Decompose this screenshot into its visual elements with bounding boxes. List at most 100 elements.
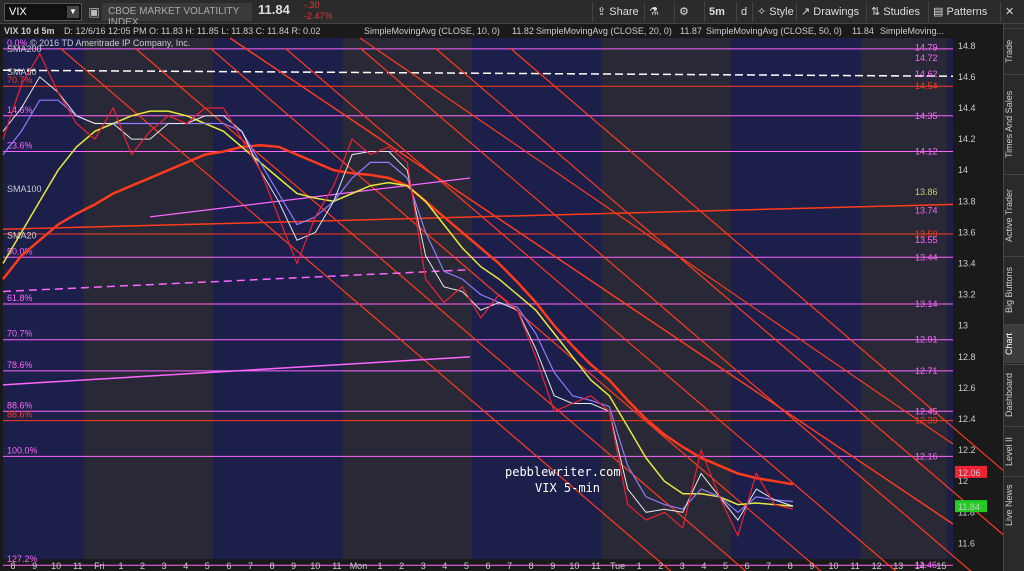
time-tick-label: 4 [442, 561, 447, 571]
chart-title: VIX 10 d 5m [4, 26, 55, 36]
symbol-name: CBOE MARKET VOLATILITY INDEX [102, 3, 252, 28]
ma-label: SMA50 [7, 67, 37, 77]
time-tick-label: Mon [350, 561, 368, 571]
net-change: -.30 [304, 0, 320, 10]
symbol-text: VIX [9, 6, 27, 18]
level-value-label: 12.91 [915, 335, 938, 345]
time-tick-label: Tue [610, 561, 625, 571]
prev-price-text: 12.06 [958, 468, 981, 478]
sma20-value: 11.87 [680, 26, 702, 36]
share-label: Share [609, 6, 639, 18]
side-panel: Trade Times And Sales Active Trader Big … [1003, 24, 1024, 571]
time-tick-label: Fri [94, 561, 105, 571]
side-tab-times-and-sales[interactable]: Times And Sales [1004, 74, 1024, 173]
close-button[interactable]: ✕ [1000, 2, 1018, 22]
drawings-icon: ↗ [801, 6, 814, 18]
time-tick-label: 8 [788, 561, 793, 571]
time-tick-label: 3 [162, 561, 167, 571]
share-button[interactable]: ⇪ Share [592, 2, 643, 22]
price-tick-label: 12.4 [958, 414, 976, 424]
time-tick-label: 9 [550, 561, 555, 571]
level-value-label: 13.44 [915, 252, 938, 262]
symbol-input[interactable]: VIX ▼ [4, 3, 82, 21]
side-tab-level-ii[interactable]: Level II [1004, 426, 1024, 475]
level-value-label: 13.14 [915, 299, 938, 309]
time-tick-label: 12 [872, 561, 882, 571]
time-tick-label: 8 [10, 561, 15, 571]
studies-icon: ⇅ [871, 6, 884, 18]
interval-button[interactable]: 5m [704, 2, 729, 22]
time-tick-label: 5 [723, 561, 728, 571]
time-tick-label: 11 [591, 561, 600, 571]
red-level-label: 88.6% [7, 410, 33, 420]
date-button[interactable]: d [736, 2, 751, 22]
time-tick-label: 9 [291, 561, 296, 571]
time-tick-label: 9 [32, 561, 37, 571]
sma10-legend: SimpleMovingAvg (CLOSE, 10, 0) [364, 26, 500, 36]
price-tick-label: 13 [958, 321, 968, 331]
style-button[interactable]: ✧ Style [752, 2, 798, 22]
price-tick-label: 13.4 [958, 259, 976, 269]
time-tick-label: 2 [140, 561, 145, 571]
studies-label: Studies [883, 6, 920, 18]
time-tick-label: 1 [118, 561, 123, 571]
sma20-legend: SimpleMovingAvg (CLOSE, 20, 0) [536, 26, 672, 36]
price-tick-label: 14.2 [958, 134, 976, 144]
level-value-label: 14.62 [915, 69, 938, 79]
copyright-text: © 2016 TD Ameritrade IP Company, Inc. [30, 38, 190, 48]
side-tab-chart[interactable]: Chart [1004, 324, 1024, 363]
price-chart[interactable]: 0.0%14.6%23.6%50.0%61.8%70.7%78.6%88.6%1… [0, 24, 1003, 571]
level-value-label: 12.16 [915, 451, 938, 461]
time-tick-label: 6 [745, 561, 750, 571]
percent-change: -2.47% [304, 11, 333, 21]
chevron-down-icon[interactable]: ▼ [67, 6, 79, 18]
level-value-label: 14.54 [915, 81, 938, 91]
drawings-label: Drawings [813, 6, 860, 18]
time-tick-label: 11 [850, 561, 859, 571]
price-tick-label: 13.6 [958, 227, 976, 237]
time-tick-label: 11 [332, 561, 341, 571]
price-tick-label: 13.8 [958, 196, 976, 206]
time-tick-label: 2 [658, 561, 663, 571]
studies-button[interactable]: ⇅ Studies [866, 2, 924, 22]
drawings-button[interactable]: ↗ Drawings [796, 2, 863, 22]
level-value-label: 14.72 [915, 53, 938, 63]
watermark-label: VIX 5-min [535, 481, 600, 495]
level-value-label: 12.39 [915, 416, 938, 426]
level-value-label: 12.71 [915, 366, 938, 376]
close-icon: ✕ [1005, 6, 1015, 18]
time-tick-label: 8 [529, 561, 534, 571]
side-tab-dashboard[interactable]: Dashboard [1004, 364, 1024, 425]
time-tick-label: 15 [936, 561, 946, 571]
sma200-legend: SimpleMoving... [880, 26, 944, 36]
patterns-button[interactable]: ▤ Patterns [928, 2, 991, 22]
level-value-label: 14.35 [915, 111, 938, 121]
price-tick-label: 11.6 [958, 538, 975, 548]
time-tick-label: 7 [766, 561, 771, 571]
time-tick-label: 11 [73, 561, 82, 571]
fib-label: 100.0% [7, 445, 38, 455]
price-tick-label: 14 [958, 165, 968, 175]
watermark-site: pebblewriter.com [505, 465, 621, 479]
last-price: 11.84 [258, 2, 290, 17]
side-tab-live-news[interactable]: Live News [1004, 476, 1024, 533]
time-tick-label: 10 [51, 561, 61, 571]
time-tick-label: 3 [421, 561, 426, 571]
side-tab-big-buttons[interactable]: Big Buttons [1004, 256, 1024, 323]
toolbar: VIX ▼ ▣ CBOE MARKET VOLATILITY INDEX 11.8… [0, 0, 1024, 28]
time-tick-label: 3 [680, 561, 685, 571]
settings-button[interactable]: ⚙ [674, 2, 693, 22]
time-tick-label: 7 [507, 561, 512, 571]
side-tab-trade[interactable]: Trade [1004, 28, 1024, 73]
link-icon[interactable]: ▣ [86, 4, 102, 20]
time-tick-label: 6 [226, 561, 231, 571]
side-tab-active-trader[interactable]: Active Trader [1004, 174, 1024, 255]
time-tick-label: 1 [637, 561, 642, 571]
level-value-label: 13.74 [915, 206, 938, 216]
time-tick-label: 10 [310, 561, 320, 571]
time-tick-label: 7 [248, 561, 253, 571]
level-value-label: 13.55 [915, 235, 938, 245]
time-tick-label: 1 [378, 561, 383, 571]
flask-button[interactable]: ⚗ [644, 2, 663, 22]
patterns-icon: ▤ [933, 6, 947, 18]
